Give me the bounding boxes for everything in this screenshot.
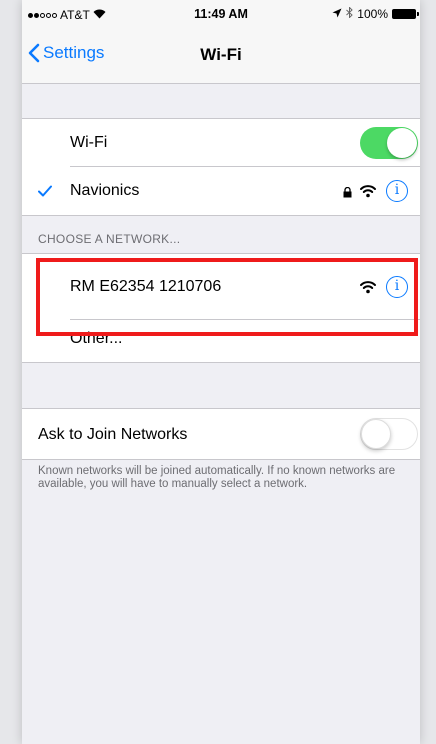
wifi-group: Wi-Fi Navionics i <box>22 118 420 216</box>
ask-to-join-row: Ask to Join Networks <box>22 409 420 459</box>
wifi-label: Wi-Fi <box>70 134 108 151</box>
connected-network-row[interactable]: Navionics i <box>22 167 420 215</box>
wifi-signal-icon <box>359 184 377 203</box>
lock-icon <box>343 185 352 203</box>
connected-network-name: Navionics <box>70 182 140 199</box>
location-arrow-icon <box>332 7 342 21</box>
wifi-toggle[interactable] <box>360 127 418 159</box>
status-bar: AT&T 11:49 AM 100% <box>22 0 420 28</box>
wifi-toggle-row: Wi-Fi <box>22 119 420 167</box>
phone-screen: AT&T 11:49 AM 100% Settings Wi-Fi Wi-Fi <box>22 0 420 744</box>
ask-to-join-toggle[interactable] <box>360 418 418 450</box>
page-title: Wi-Fi <box>200 45 242 64</box>
choose-network-header: CHOOSE A NETWORK... <box>38 232 181 246</box>
info-icon[interactable]: i <box>386 180 408 202</box>
checkmark-icon <box>38 184 52 202</box>
battery-percent: 100% <box>357 7 388 21</box>
footer-note: Known networks will be joined automatica… <box>38 465 396 490</box>
bluetooth-icon <box>346 6 354 21</box>
ask-to-join-label: Ask to Join Networks <box>38 426 188 443</box>
battery-icon <box>392 9 419 19</box>
status-right: 100% <box>332 6 419 21</box>
navigation-bar: Settings Wi-Fi <box>22 28 420 84</box>
ask-to-join-group: Ask to Join Networks <box>22 408 420 460</box>
annotation-highlight-box <box>36 258 418 336</box>
